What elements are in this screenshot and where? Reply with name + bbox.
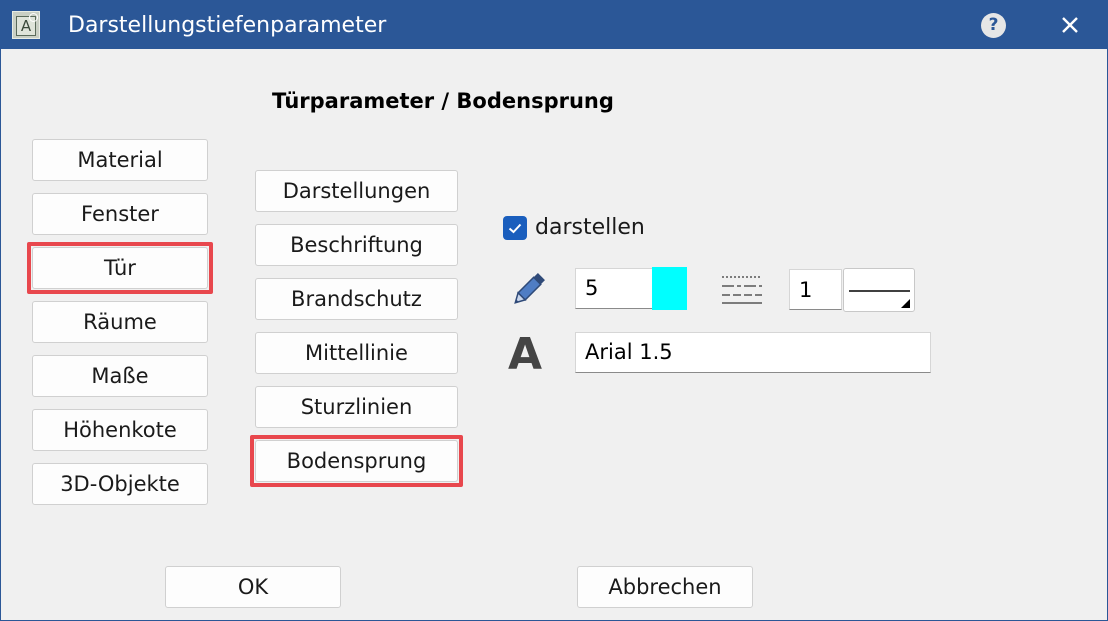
line-style-preview [849,290,910,308]
category-button-material[interactable]: Material [32,139,208,181]
highlight-frame-bodensprung [250,435,463,487]
title-bar: A Darstellungstiefenparameter ? [1,1,1107,49]
line-weight-field[interactable]: 1 [789,269,842,310]
window-title: Darstellungstiefenparameter [68,13,387,38]
category-button-hoehenkote[interactable]: Höhenkote [32,409,208,451]
category-button-3d-objekte[interactable]: 3D-Objekte [32,463,208,505]
app-icon-badge [29,13,38,22]
category-button-fenster[interactable]: Fenster [32,193,208,235]
subcategory-button-darstellungen[interactable]: Darstellungen [255,170,458,212]
pen-icon [514,273,545,304]
text-style-icon: A [508,329,543,380]
dialog-window: A Darstellungstiefenparameter ? Türparam… [0,0,1108,621]
checkmark-icon [508,223,522,234]
app-icon: A [12,11,40,39]
show-checkbox[interactable] [503,216,527,240]
pen-number-field[interactable]: 5 [575,268,653,309]
line-style-dropdown[interactable] [843,268,915,312]
category-button-masse[interactable]: Maße [32,355,208,397]
help-icon[interactable]: ? [981,13,1006,38]
subcategory-button-sturzlinien[interactable]: Sturzlinien [255,386,458,428]
show-checkbox-label[interactable]: darstellen [535,213,645,243]
highlight-frame-tuer [27,242,213,294]
subcategory-button-brandschutz[interactable]: Brandschutz [255,278,458,320]
category-button-raeume[interactable]: Räume [32,301,208,343]
subcategory-button-beschriftung[interactable]: Beschriftung [255,224,458,266]
subcategory-button-mittellinie[interactable]: Mittellinie [255,332,458,374]
section-heading: Türparameter / Bodensprung [272,89,614,113]
cancel-button[interactable]: Abbrechen [577,566,753,608]
font-field[interactable]: Arial 1.5 [575,332,931,373]
ok-button[interactable]: OK [165,566,341,608]
linetype-icon [722,276,762,304]
pen-color-swatch[interactable] [652,267,687,310]
close-icon[interactable] [1054,9,1086,41]
